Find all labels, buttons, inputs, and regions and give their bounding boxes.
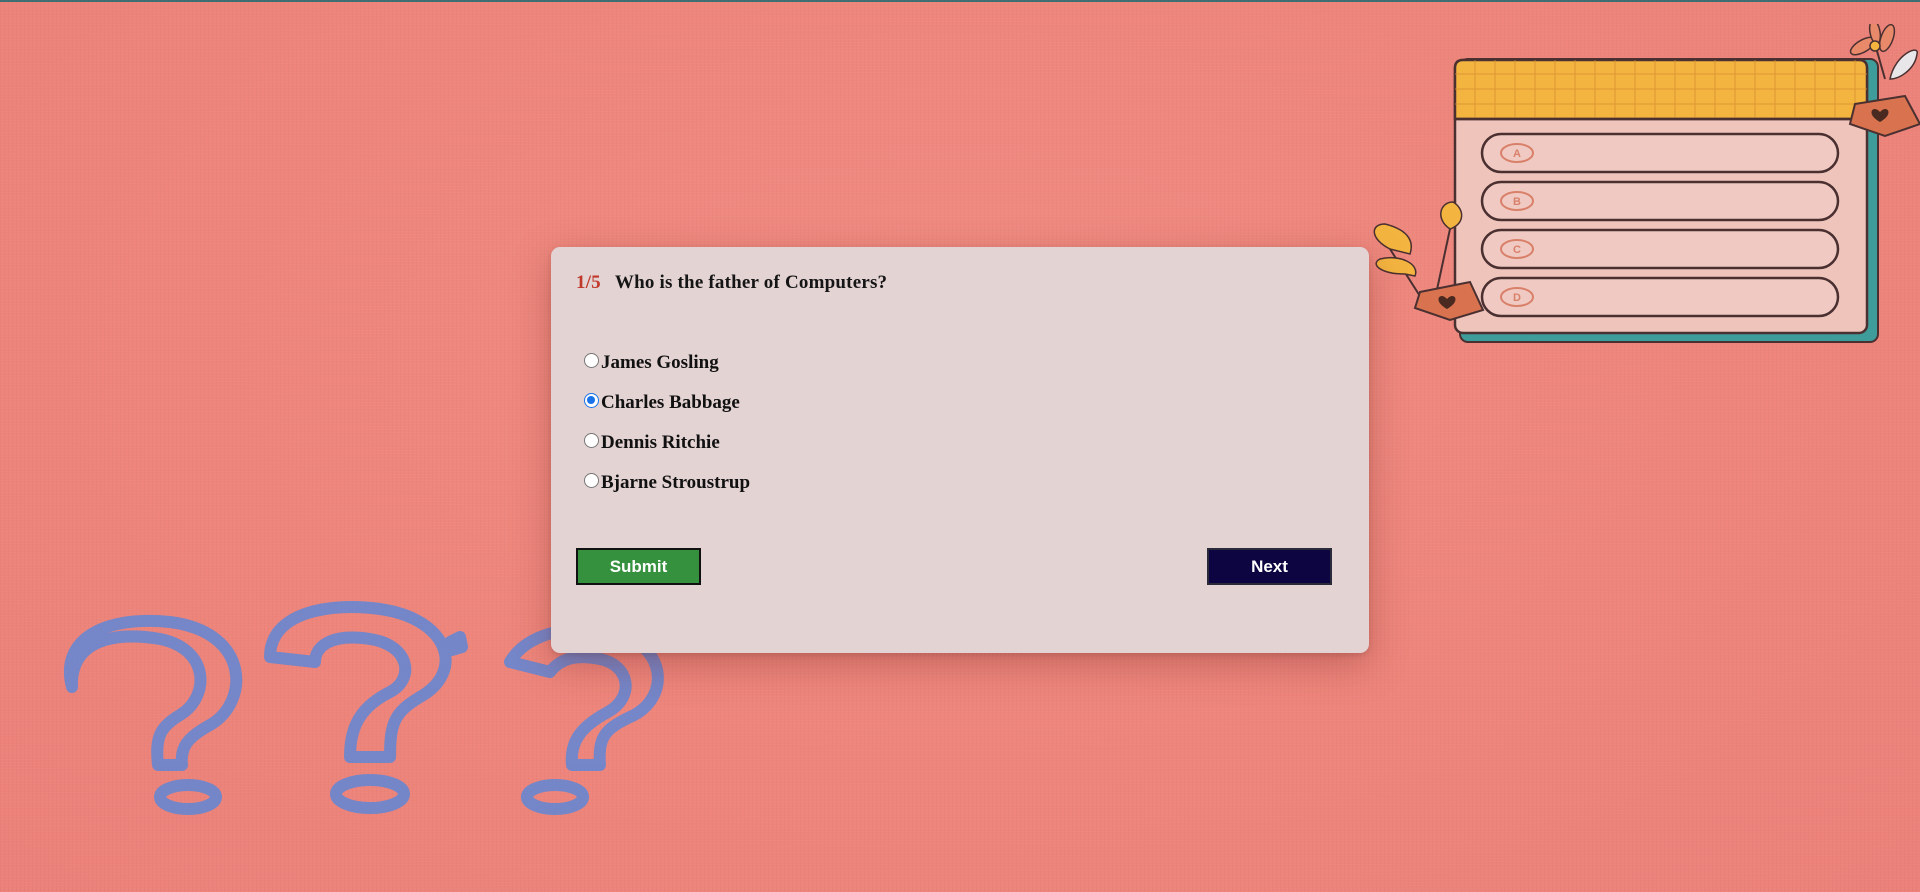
submit-button[interactable]: Submit [576,548,701,585]
option-label: Dennis Ritchie [601,432,720,453]
quiz-illustration: A B C D [1373,24,1920,343]
illustration-letter-c: C [1513,244,1521,256]
question-header: 1/5 Who is the father of Computers? [576,272,887,294]
option-label: Charles Babbage [601,392,740,413]
illustration-letter-d: D [1513,292,1521,304]
question-mark-icon [504,623,664,815]
quiz-card: 1/5 Who is the father of Computers? James… [551,247,1369,653]
radio-button[interactable] [584,432,599,448]
radio-button[interactable] [584,472,599,488]
question-text: Who is the father of Computers? [614,272,888,293]
option-dennis-ritchie[interactable]: Dennis Ritchie [584,423,750,463]
radio-button-selected[interactable] [584,392,599,408]
option-label: James Gosling [601,352,719,373]
option-charles-babbage[interactable]: Charles Babbage [584,383,750,423]
illustration-letter-a: A [1513,148,1521,160]
next-button[interactable]: Next [1207,548,1332,585]
option-james-gosling[interactable]: James Gosling [584,343,750,383]
question-progress: 1/5 [576,272,601,293]
radio-button[interactable] [584,352,599,368]
option-label: Bjarne Stroustrup [601,472,751,493]
answer-options: James Gosling Charles Babbage Dennis Rit… [584,343,750,503]
question-mark-icon [264,601,468,814]
question-mark-icon [64,614,243,815]
illustration-letter-b: B [1513,196,1521,208]
option-bjarne-stroustrup[interactable]: Bjarne Stroustrup [584,463,750,503]
